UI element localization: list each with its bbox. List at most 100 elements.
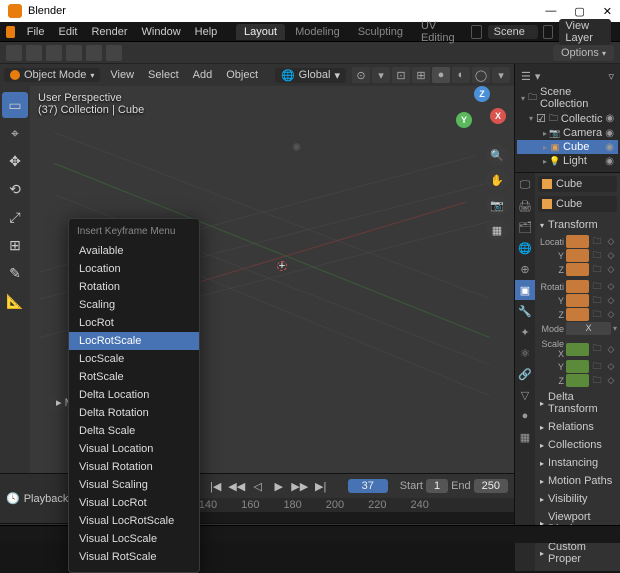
outliner-editor-icon[interactable]: ☰ — [521, 70, 531, 83]
tool-measure[interactable]: 📐 — [2, 288, 28, 314]
visibility-toggle-icon[interactable]: ◉ — [605, 113, 614, 124]
next-keyframe-button[interactable]: ▶▶ — [291, 478, 309, 494]
prop-tab-world-icon[interactable]: ⊕ — [515, 259, 535, 279]
scale-y-field[interactable] — [566, 360, 589, 373]
viewport-menu-add[interactable]: Add — [189, 67, 217, 83]
proportional-falloff-icon[interactable] — [66, 45, 82, 61]
prop-tab-material-icon[interactable]: ● — [515, 406, 535, 426]
keyframe-option-delta-rotation[interactable]: Delta Rotation — [69, 404, 199, 422]
keyframe-option-rotation[interactable]: Rotation — [69, 278, 199, 296]
panel-instancing[interactable]: Instancing — [538, 454, 617, 472]
outliner-collection[interactable]: ▾☑🗀Collectic ◉ — [517, 111, 618, 126]
keyframe-option-available[interactable]: Available — [69, 242, 199, 260]
zoom-button[interactable]: 🔍 — [486, 144, 508, 166]
rotation-mode-dropdown[interactable]: X — [566, 322, 611, 335]
jump-start-button[interactable]: |◀ — [207, 478, 225, 494]
menu-help[interactable]: Help — [189, 24, 224, 40]
workspace-tab-sculpting[interactable]: Sculpting — [350, 24, 411, 40]
location-z-field[interactable] — [566, 263, 589, 276]
prop-tab-viewlayer-icon[interactable]: 🗂 — [515, 217, 535, 237]
shading-rendered-icon[interactable]: ◯ — [472, 67, 490, 83]
prop-tab-physics-icon[interactable]: ⚛ — [515, 343, 535, 363]
keyframe-option-locscale[interactable]: LocScale — [69, 350, 199, 368]
object-name-field[interactable]: Cube — [538, 196, 617, 212]
visibility-toggle-icon[interactable]: ◉ — [605, 156, 614, 167]
jump-end-button[interactable]: ▶| — [312, 478, 330, 494]
orientation-dropdown[interactable]: 🌐 Global ▾ — [275, 68, 346, 83]
viewport-menu-view[interactable]: View — [106, 67, 138, 83]
snap-type-icon[interactable] — [26, 45, 42, 61]
shading-wireframe-icon[interactable]: ⊞ — [412, 67, 430, 83]
prop-tab-scene-icon[interactable]: 🌐 — [515, 238, 535, 258]
workspace-tab-modeling[interactable]: Modeling — [287, 24, 348, 40]
rotation-x-field[interactable] — [566, 280, 589, 293]
viewlayer-icon[interactable] — [543, 25, 554, 39]
viewlayer-name-field[interactable]: View Layer — [559, 19, 611, 45]
playback-menu[interactable]: Playback — [24, 493, 69, 505]
visibility-toggle-icon[interactable]: ◉ — [605, 142, 614, 153]
prev-keyframe-button[interactable]: ◀◀ — [228, 478, 246, 494]
play-button[interactable]: ▶ — [270, 478, 288, 494]
tool-select-box[interactable]: ▭ — [2, 92, 28, 118]
tool-move[interactable]: ✥ — [2, 148, 28, 174]
end-frame-field[interactable]: 250 — [474, 479, 508, 493]
navigation-gizmo[interactable]: X Y Z — [456, 86, 506, 136]
keyframe-option-locrot[interactable]: LocRot — [69, 314, 199, 332]
workspace-tab-layout[interactable]: Layout — [236, 24, 285, 40]
location-y-field[interactable] — [566, 249, 589, 262]
panel-collections[interactable]: Collections — [538, 436, 617, 454]
tool-transform[interactable]: ⊞ — [2, 232, 28, 258]
scale-x-field[interactable] — [566, 343, 589, 356]
keyframe-option-scaling[interactable]: Scaling — [69, 296, 199, 314]
panel-visibility[interactable]: Visibility — [538, 490, 617, 508]
tool-scale[interactable]: ⤢ — [2, 204, 28, 230]
shading-dropdown-icon[interactable]: ▾ — [492, 67, 510, 83]
snap-toggle-icon[interactable] — [6, 45, 22, 61]
outliner-filter-icon[interactable]: ▾ — [535, 70, 541, 83]
keyframe-option-delta-scale[interactable]: Delta Scale — [69, 422, 199, 440]
perspective-toggle-button[interactable]: ▦ — [486, 219, 508, 241]
axis-z-icon[interactable]: Z — [474, 86, 490, 102]
close-button[interactable]: ✕ — [603, 5, 612, 18]
prop-tab-render-icon[interactable]: 🖵 — [515, 175, 535, 195]
prop-tab-constraint-icon[interactable]: 🔗 — [515, 364, 535, 384]
play-reverse-button[interactable]: ◁ — [249, 478, 267, 494]
xray-toggle-icon[interactable]: ⊡ — [392, 67, 410, 83]
orientation-icon[interactable] — [86, 45, 102, 61]
camera-view-button[interactable]: 📷 — [486, 194, 508, 216]
start-frame-field[interactable]: 1 — [426, 479, 448, 493]
panel-relations[interactable]: Relations — [538, 418, 617, 436]
keyframe-option-visual-locscale[interactable]: Visual LocScale — [69, 530, 199, 548]
workspace-tab-uvediting[interactable]: UV Editing — [413, 18, 467, 46]
keyframe-option-locrotscale[interactable]: LocRotScale — [69, 332, 199, 350]
pivot-icon[interactable] — [106, 45, 122, 61]
keyframe-option-delta-location[interactable]: Delta Location — [69, 386, 199, 404]
pan-button[interactable]: ✋ — [486, 169, 508, 191]
outliner-search-icon[interactable]: ▿ — [608, 70, 614, 83]
panel-transform[interactable]: Transform — [538, 216, 617, 234]
keyframe-option-visual-location[interactable]: Visual Location — [69, 440, 199, 458]
tool-rotate[interactable]: ⟲ — [2, 176, 28, 202]
minimize-button[interactable]: — — [545, 5, 556, 18]
prop-tab-object-icon[interactable]: ▣ — [515, 280, 535, 300]
menu-window[interactable]: Window — [136, 24, 187, 40]
keyframe-button[interactable]: 🗀 — [591, 236, 603, 248]
options-dropdown[interactable]: Options ▾ — [553, 45, 614, 61]
keyframe-option-visual-rotscale[interactable]: Visual RotScale — [69, 548, 199, 566]
animate-button[interactable]: ◇ — [605, 236, 617, 248]
panel-motion-paths[interactable]: Motion Paths — [538, 472, 617, 490]
current-frame-field[interactable]: 37 — [348, 479, 388, 493]
outliner-item-camera[interactable]: ▸📷Camera ◉ — [517, 126, 618, 140]
overlay-toggle-icon[interactable]: ⊙ — [352, 67, 370, 83]
object-name-breadcrumb[interactable]: Cube — [538, 176, 617, 192]
tool-cursor[interactable]: ⌖ — [2, 120, 28, 146]
prop-tab-output-icon[interactable]: 🖨 — [515, 196, 535, 216]
scene-icon[interactable] — [471, 25, 482, 39]
viewport-menu-object[interactable]: Object — [222, 67, 262, 83]
prop-tab-modifier-icon[interactable]: 🔧 — [515, 301, 535, 321]
keyframe-option-visual-locrot[interactable]: Visual LocRot — [69, 494, 199, 512]
prop-tab-particle-icon[interactable]: ✦ — [515, 322, 535, 342]
shading-material-icon[interactable]: ◐ — [452, 67, 470, 83]
visibility-toggle-icon[interactable]: ◉ — [605, 128, 614, 139]
rotation-y-field[interactable] — [566, 294, 589, 307]
